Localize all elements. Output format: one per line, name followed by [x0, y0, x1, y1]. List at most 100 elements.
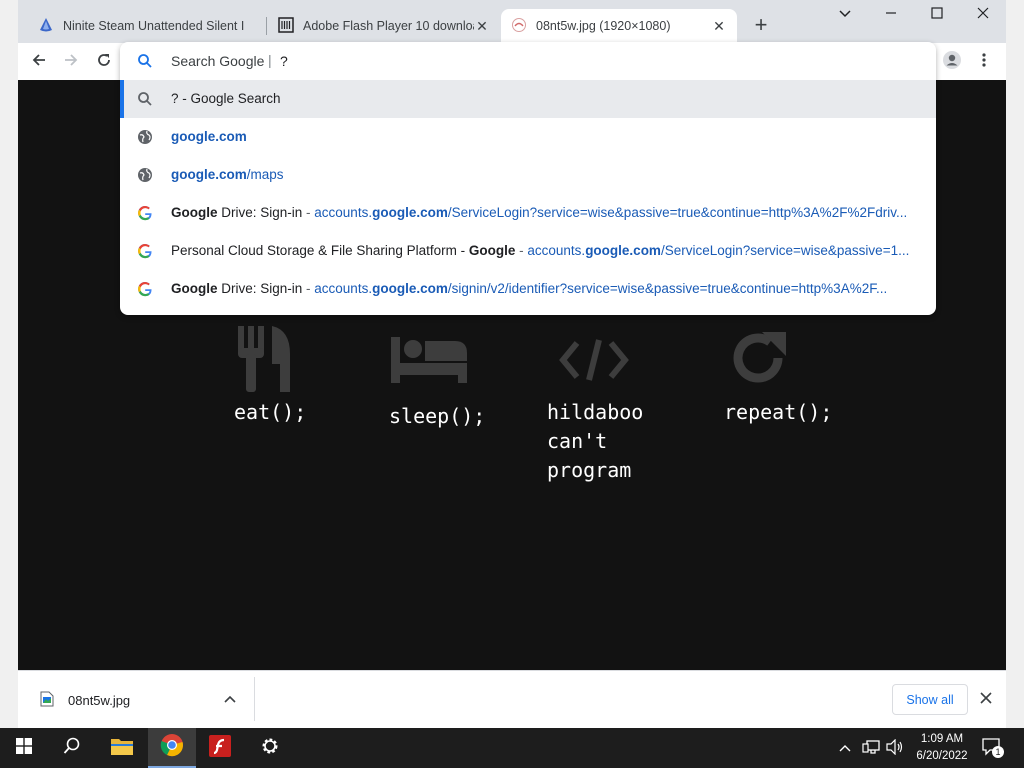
taskbar-clock[interactable]: 1:09 AM 6/20/2022 — [912, 731, 972, 765]
settings-taskbar-button[interactable] — [246, 728, 294, 768]
google-icon — [137, 205, 153, 221]
reload-icon — [96, 52, 112, 73]
suggestion-text-part: /signin/v2/identifier?service=wise&passi… — [447, 281, 888, 296]
clock-time: 1:09 AM — [920, 733, 964, 745]
chevron-down-icon — [838, 6, 852, 24]
flash-icon — [209, 734, 231, 762]
close-window-button[interactable] — [960, 0, 1006, 30]
suggestion-text: ? - Google Search — [171, 91, 928, 106]
maximize-button[interactable] — [914, 0, 960, 30]
address-bar[interactable]: Search Google | ? — [120, 42, 936, 80]
gear-icon — [260, 736, 280, 761]
suggestion-text: Personal Cloud Storage & File Sharing Pl… — [171, 243, 928, 258]
suggestion-text-part: /ServiceLogin?service=wise&passive=true&… — [447, 205, 908, 220]
address-typed-text: ? — [280, 53, 288, 69]
google-icon — [137, 281, 153, 297]
new-tab-button[interactable]: + — [747, 12, 775, 40]
suggestion-text-part: Google — [171, 281, 218, 296]
tab-adobe-flash[interactable]: Adobe Flash Player 10 download ✕ — [268, 9, 500, 43]
suggestion-text-part: /maps — [246, 167, 284, 182]
suggestion-text-part: google.com — [585, 243, 661, 258]
search-icon — [137, 53, 153, 72]
tab-search-button[interactable] — [822, 0, 868, 30]
code-icon — [559, 337, 629, 388]
tab-close-icon[interactable]: ✕ — [474, 18, 490, 35]
windows-icon — [16, 737, 32, 759]
chevron-up-icon — [838, 740, 852, 757]
ninite-icon — [38, 17, 54, 36]
suggestion-text-part: Google — [171, 205, 218, 220]
show-hidden-icons-button[interactable] — [838, 740, 852, 758]
image-icon — [511, 17, 527, 36]
tab-ninite[interactable]: Ninite Steam Unattended Silent I — [28, 9, 266, 43]
search-icon — [63, 737, 81, 760]
file-explorer-button[interactable] — [98, 728, 146, 768]
suggestion-text-part: accounts. — [314, 281, 373, 296]
clock-date: 6/20/2022 — [916, 750, 968, 762]
hildaboo-line-1: hildaboo — [547, 400, 644, 424]
volume-button[interactable] — [886, 738, 904, 760]
tab-close-icon[interactable]: ✕ — [711, 18, 727, 35]
selected-indicator — [120, 80, 124, 118]
hildaboo-line-2: can't — [547, 429, 608, 453]
suggestion-item[interactable]: google.com — [120, 118, 936, 156]
show-all-button[interactable]: Show all — [892, 684, 968, 715]
start-button[interactable] — [0, 728, 48, 768]
menu-button[interactable] — [971, 49, 997, 75]
suggestion-text-part: Drive: Sign-in — [217, 281, 307, 296]
globe-icon — [137, 167, 153, 183]
notification-count-badge: 1 — [992, 746, 1004, 758]
suggestion-text: Google Drive: Sign-in - accounts.google.… — [171, 281, 928, 296]
download-options-button[interactable] — [224, 692, 236, 710]
google-icon — [137, 243, 153, 259]
chrome-taskbar-button[interactable] — [148, 728, 196, 768]
minimize-button[interactable] — [868, 0, 914, 30]
search-button[interactable] — [48, 728, 96, 768]
forward-button[interactable] — [58, 49, 84, 75]
suggestion-text-part: Google — [468, 243, 516, 258]
suggestion-text-part: Personal Cloud Storage & File Sharing Pl… — [171, 243, 469, 258]
suggestion-item[interactable]: google.com/maps — [120, 156, 936, 194]
suggestion-text-part: google.com — [171, 129, 247, 144]
tab-title: 08nt5w.jpg (1920×1080) — [536, 19, 671, 33]
download-item[interactable]: 08nt5w.jpg — [40, 691, 130, 710]
close-icon — [977, 6, 989, 24]
tab-image[interactable]: 08nt5w.jpg (1920×1080) ✕ — [501, 9, 737, 43]
chevron-up-icon — [224, 692, 236, 709]
action-center-button[interactable]: 1 — [982, 738, 1004, 758]
address-placeholder: Search Google — [171, 53, 265, 69]
suggestion-text-part: google.com — [372, 281, 448, 296]
minimize-icon — [885, 6, 897, 24]
windows-taskbar: 1:09 AM 6/20/2022 1 — [0, 728, 1024, 768]
suggestion-item[interactable]: ? - Google Search — [120, 80, 936, 118]
suggestion-item[interactable]: Google Drive: Sign-in - accounts.google.… — [120, 270, 936, 308]
desktop-right-edge — [1006, 0, 1024, 728]
suggestion-text-part: Drive: Sign-in — [217, 205, 307, 220]
network-button[interactable] — [862, 739, 880, 760]
close-download-bar-button[interactable] — [980, 688, 992, 709]
chrome-icon — [160, 733, 184, 762]
suggestion-text-part: - — [515, 243, 528, 258]
arrow-right-icon — [63, 52, 79, 73]
desktop-left-edge — [0, 0, 18, 728]
suggestion-item[interactable]: Google Drive: Sign-in - accounts.google.… — [120, 194, 936, 232]
avatar-icon — [942, 50, 962, 75]
suggestion-text-part: google.com — [171, 167, 247, 182]
profile-button[interactable] — [939, 49, 965, 75]
suggestion-text-part: accounts. — [527, 243, 586, 258]
more-vert-icon — [981, 52, 987, 73]
suggestion-text-part: ? - Google Search — [171, 91, 281, 106]
placeholder-divider: | — [268, 52, 272, 68]
bed-icon — [389, 335, 469, 390]
suggestion-item[interactable]: Personal Cloud Storage & File Sharing Pl… — [120, 232, 936, 270]
flash-taskbar-button[interactable] — [196, 728, 244, 768]
download-bar: 08nt5w.jpg Show all — [18, 670, 1006, 728]
back-button[interactable] — [26, 49, 52, 75]
reload-button[interactable] — [91, 49, 117, 75]
suggestion-text: Google Drive: Sign-in - accounts.google.… — [171, 205, 928, 220]
tab-title: Ninite Steam Unattended Silent I — [63, 19, 245, 33]
image-file-icon — [40, 691, 54, 710]
search-icon — [137, 91, 153, 107]
download-divider — [254, 677, 255, 721]
suggestion-text: google.com — [171, 129, 928, 144]
